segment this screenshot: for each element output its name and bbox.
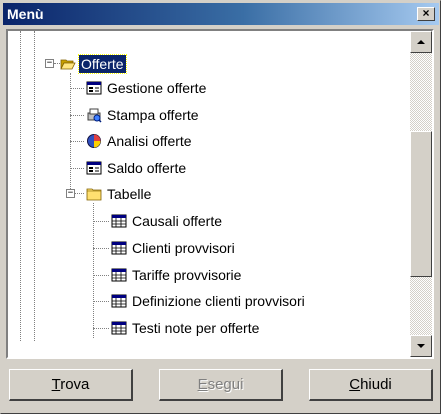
tree-connector: [93, 301, 109, 302]
tree-connector: [93, 248, 109, 249]
tree-connector: [93, 328, 109, 329]
tree-guide-line: [34, 31, 35, 341]
scroll-down-button[interactable]: [410, 335, 432, 357]
title-bar[interactable]: Menù ×: [3, 3, 439, 25]
tree-connector: [70, 141, 84, 142]
close-button[interactable]: Chiudi: [309, 369, 433, 401]
open-folder-icon: [60, 59, 76, 70]
expander-tabelle[interactable]: −: [66, 189, 75, 198]
tree-node-label: Causali offerte: [132, 213, 223, 229]
folder-icon: [86, 188, 102, 201]
close-button-key: C: [349, 376, 361, 393]
form-icon: [86, 161, 102, 175]
tree-node-definizione-clienti-provvisori[interactable]: Definizione clienti provvisori: [111, 291, 307, 311]
table-icon: [111, 321, 127, 335]
find-button-key: T: [51, 376, 61, 393]
tree-connector: [70, 88, 84, 89]
arrow-down-icon: [417, 344, 425, 348]
find-button-label: rova: [60, 376, 90, 393]
run-button-label: segui: [207, 376, 244, 393]
arrow-up-icon: [417, 40, 425, 44]
tree-node-clienti-provvisori[interactable]: Clienti provvisori: [111, 238, 237, 258]
form-icon: [86, 81, 102, 95]
table-icon: [111, 268, 127, 282]
tree-node-stampa-offerte[interactable]: Stampa offerte: [86, 105, 201, 125]
analysis-icon: [87, 134, 101, 148]
tree-node-saldo-offerte[interactable]: Saldo offerte: [86, 158, 188, 178]
tree-node-gestione-offerte[interactable]: Gestione offerte: [86, 78, 208, 98]
close-button-label: hiudi: [360, 376, 392, 393]
run-button[interactable]: Esegui: [159, 369, 283, 401]
tree-connector: [70, 168, 84, 169]
tree-node-tariffe-provvisorie[interactable]: Tariffe provvisorie: [111, 265, 243, 285]
close-icon: ×: [422, 6, 430, 20]
tree-node-analisi-offerte[interactable]: Analisi offerte: [86, 131, 194, 151]
tree-node-label: Clienti provvisori: [132, 240, 235, 256]
tree-node-label: Tabelle: [107, 186, 152, 202]
tree-node-label: Tariffe provvisorie: [132, 267, 242, 283]
tree-node-label: Definizione clienti provvisori: [132, 293, 305, 309]
tree-node-label: Analisi offerte: [107, 133, 192, 149]
tree-node-offerte[interactable]: Offerte: [60, 54, 127, 74]
tree-node-causali-offerte[interactable]: Causali offerte: [111, 211, 224, 231]
tree-guide-line: [93, 203, 94, 338]
tree-guide-line: [20, 31, 21, 341]
tree-connector: [93, 275, 109, 276]
tree-node-label: Offerte: [78, 54, 127, 74]
tree-node-label: Gestione offerte: [107, 80, 207, 96]
tree-node-testi-note-per-offerte[interactable]: Testi note per offerte: [111, 318, 261, 338]
expander-offerte[interactable]: −: [45, 59, 54, 68]
close-window-button[interactable]: ×: [417, 7, 435, 21]
find-button[interactable]: Trova: [9, 369, 133, 401]
tree-connector: [75, 193, 84, 194]
tree-connector: [93, 221, 109, 222]
window-title: Menù: [7, 6, 44, 22]
tree-node-label: Stampa offerte: [107, 107, 199, 123]
menu-tree-pane: − Offerte Gestione offerte Stampa offert…: [6, 29, 434, 359]
table-icon: [111, 241, 127, 255]
tree-node-label: Saldo offerte: [107, 160, 187, 176]
button-bar: Trova Esegui Chiudi: [9, 369, 433, 405]
table-icon: [111, 214, 127, 228]
scrollbar-thumb[interactable]: [410, 131, 432, 277]
menu-tree: − Offerte Gestione offerte Stampa offert…: [8, 31, 410, 357]
tree-node-tabelle[interactable]: Tabelle: [86, 184, 153, 204]
run-button-key: E: [197, 376, 208, 393]
tree-guide-line: [70, 73, 71, 191]
menu-window: Menù × − Offerte Gestione offerte Stampa…: [0, 0, 441, 414]
tree-connector: [70, 115, 84, 116]
scroll-up-button[interactable]: [410, 31, 432, 53]
tree-node-label: Testi note per offerte: [132, 320, 260, 336]
print-icon: [87, 108, 102, 123]
vertical-scrollbar[interactable]: [410, 31, 432, 357]
table-icon: [111, 294, 127, 308]
